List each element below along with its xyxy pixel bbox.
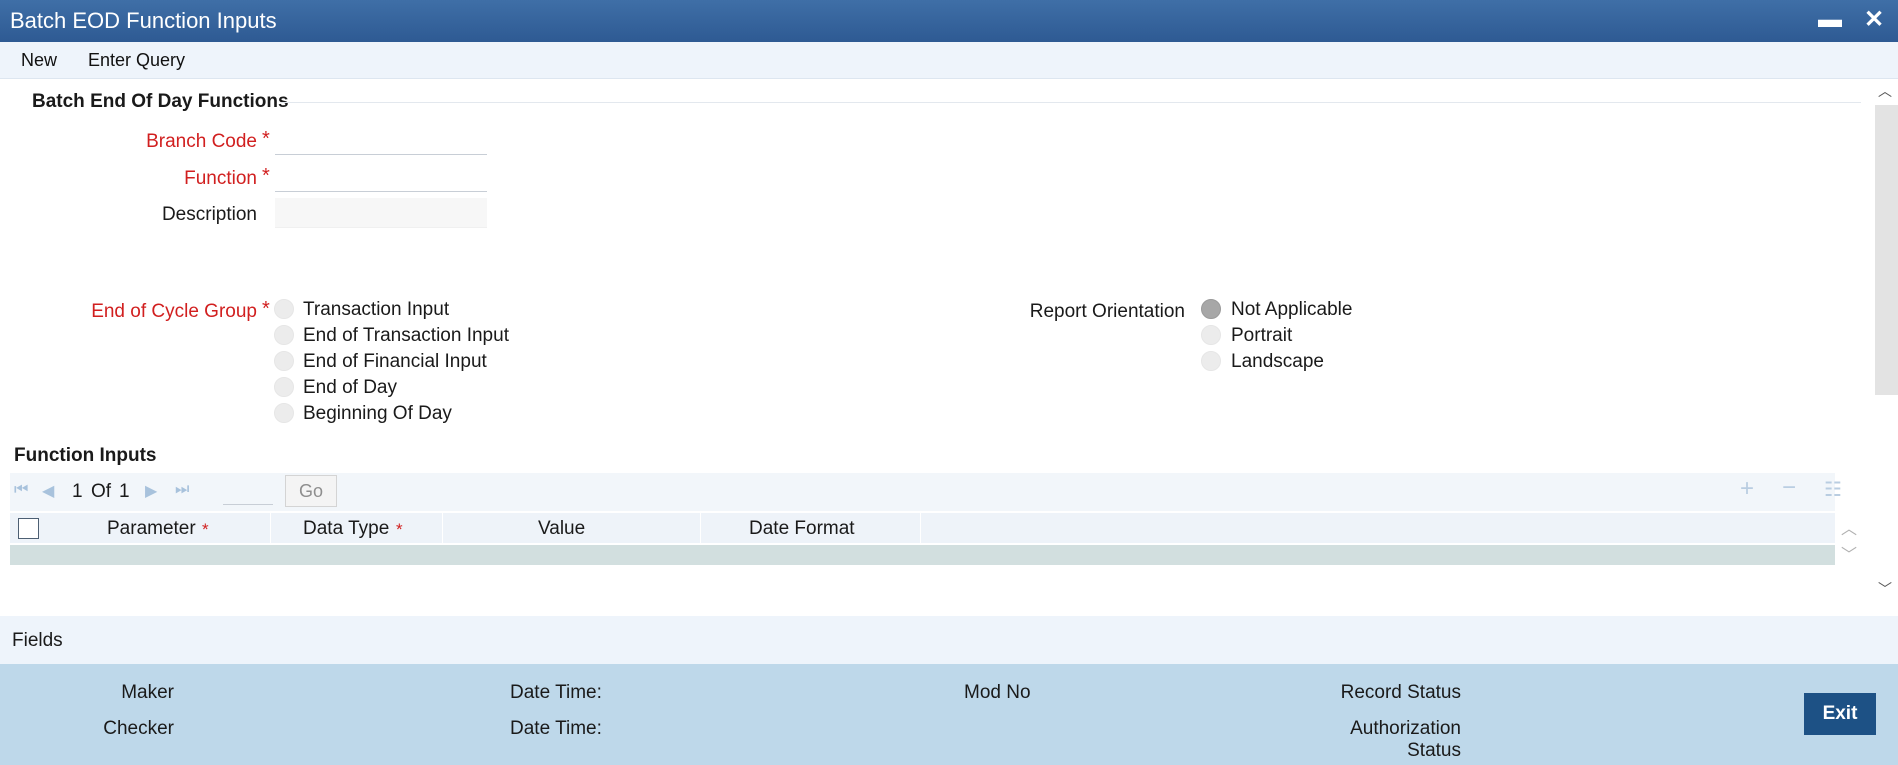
enter-query-menu-item[interactable]: Enter Query xyxy=(88,50,185,71)
radio-end-of-day[interactable] xyxy=(274,377,294,397)
add-row-icon[interactable]: + xyxy=(1740,475,1754,503)
exit-button[interactable]: Exit xyxy=(1804,693,1876,735)
description-input xyxy=(275,198,487,228)
required-star: * xyxy=(262,298,270,320)
single-view-icon[interactable]: ☷ xyxy=(1824,477,1842,502)
menu-bar: New Enter Query xyxy=(0,42,1898,79)
maker-label: Maker xyxy=(121,682,174,703)
grid-toolbar: ⏮ ◀ 1 Of 1 ▶ ⏭ Go + − ☷ xyxy=(10,473,1842,511)
radio-label: Landscape xyxy=(1231,351,1324,372)
minimize-icon[interactable]: ▬ xyxy=(1816,6,1844,34)
function-label: Function xyxy=(184,168,257,189)
required-star: * xyxy=(262,165,270,187)
radio-label: Beginning Of Day xyxy=(303,403,452,424)
description-label: Description xyxy=(161,204,257,225)
delete-row-icon[interactable]: − xyxy=(1782,474,1796,502)
close-icon[interactable]: ✕ xyxy=(1860,6,1888,34)
radio-end-of-financial-input[interactable] xyxy=(274,351,294,371)
section-divider xyxy=(281,102,1861,103)
scrollbar-thumb[interactable] xyxy=(1875,105,1898,395)
column-header-value[interactable]: Value xyxy=(538,518,585,540)
maker-date-time-label: Date Time: xyxy=(510,682,602,703)
table-row[interactable] xyxy=(10,545,1835,565)
authorization-label: Authorization xyxy=(1350,718,1461,739)
required-star: * xyxy=(396,520,403,539)
total-pages: 1 xyxy=(119,481,130,502)
audit-footer: Maker Checker Date Time: Date Time: Mod … xyxy=(0,664,1898,765)
end-of-cycle-group-label: End of Cycle Group xyxy=(91,301,257,322)
title-bar: Batch EOD Function Inputs ▬ ✕ xyxy=(0,0,1898,42)
scroll-down-icon[interactable]: ﹀ xyxy=(1872,579,1898,599)
checker-date-time-label: Date Time: xyxy=(510,718,602,739)
page-scrollbar[interactable]: ︿ ﹀ xyxy=(1872,79,1898,604)
window-title: Batch EOD Function Inputs xyxy=(10,8,277,33)
branch-code-input[interactable] xyxy=(275,125,487,155)
column-header-data-type[interactable]: Data Type xyxy=(303,518,389,540)
go-button[interactable]: Go xyxy=(285,475,337,507)
new-menu-item[interactable]: New xyxy=(21,50,57,71)
column-divider xyxy=(270,513,271,543)
scroll-up-icon[interactable]: ︿ xyxy=(1872,81,1898,101)
radio-label: Transaction Input xyxy=(303,299,450,320)
column-divider xyxy=(920,513,921,543)
checker-label: Checker xyxy=(103,718,174,739)
radio-portrait[interactable] xyxy=(1201,325,1221,345)
scroll-down-icon[interactable]: ﹀ xyxy=(1836,541,1862,565)
first-page-icon[interactable]: ⏮ xyxy=(14,481,28,499)
page-number-input[interactable] xyxy=(223,477,273,505)
column-header-parameter[interactable]: Parameter xyxy=(107,518,196,540)
last-page-icon[interactable]: ⏭ xyxy=(175,481,189,499)
function-inputs-table-header: Parameter * Data Type * Value Date Forma… xyxy=(10,513,1835,543)
previous-page-icon[interactable]: ◀ xyxy=(42,481,54,501)
radio-label: End of Financial Input xyxy=(303,351,487,372)
current-page: 1 xyxy=(72,481,83,502)
radio-beginning-of-day[interactable] xyxy=(274,403,294,423)
table-scrollbar[interactable]: ︿ ﹀ xyxy=(1836,513,1862,565)
function-inputs-title: Function Inputs xyxy=(14,445,157,466)
scroll-up-icon[interactable]: ︿ xyxy=(1836,515,1862,539)
fields-bar: Fields xyxy=(0,616,1898,664)
section-title: Batch End Of Day Functions xyxy=(32,91,289,112)
radio-landscape[interactable] xyxy=(1201,351,1221,371)
radio-label: Portrait xyxy=(1231,325,1293,346)
authorization-status-label: Status xyxy=(1407,740,1461,761)
radio-label: Not Applicable xyxy=(1231,299,1353,320)
radio-end-of-transaction-input[interactable] xyxy=(274,325,294,345)
required-star: * xyxy=(202,520,209,539)
select-all-checkbox[interactable] xyxy=(18,518,39,539)
radio-label: End of Day xyxy=(303,377,397,398)
column-divider xyxy=(700,513,701,543)
branch-code-label: Branch Code xyxy=(146,131,257,152)
next-page-icon[interactable]: ▶ xyxy=(145,481,157,501)
mod-no-label: Mod No xyxy=(964,682,1031,703)
radio-label: End of Transaction Input xyxy=(303,325,509,346)
radio-transaction-input[interactable] xyxy=(274,299,294,319)
radio-not-applicable[interactable] xyxy=(1201,299,1221,319)
required-star: * xyxy=(262,128,270,150)
report-orientation-label: Report Orientation xyxy=(1029,301,1185,322)
of-label: Of xyxy=(91,481,112,502)
record-status-label: Record Status xyxy=(1340,682,1461,703)
column-header-date-format[interactable]: Date Format xyxy=(749,518,855,540)
column-divider xyxy=(442,513,443,543)
function-input[interactable] xyxy=(275,162,487,192)
fields-link[interactable]: Fields xyxy=(12,630,63,652)
